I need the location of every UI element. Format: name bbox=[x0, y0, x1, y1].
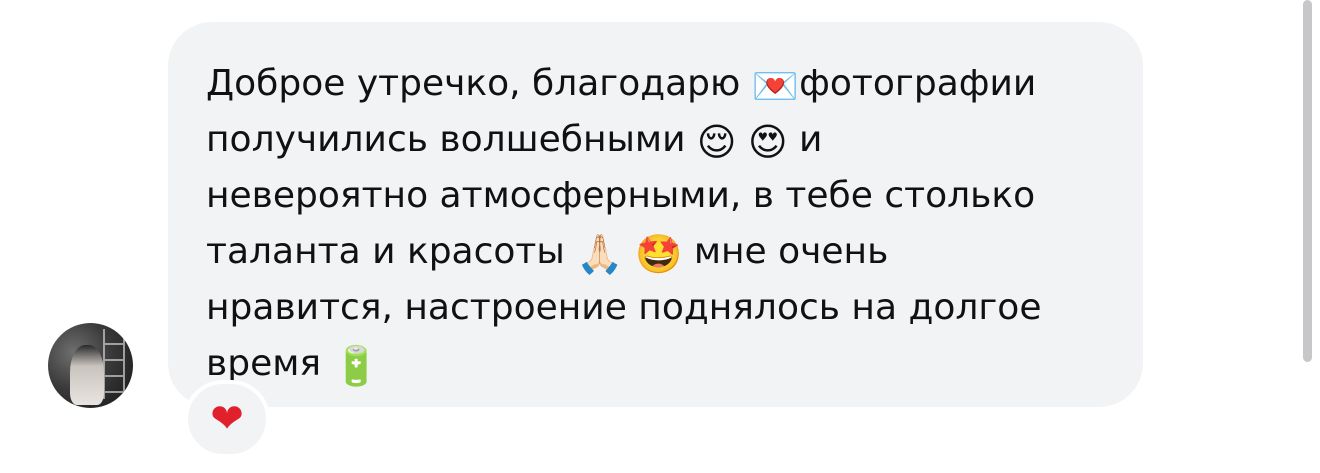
message-text: таланта и красоты bbox=[206, 231, 577, 272]
battery-emoji-icon: 🔋 bbox=[332, 344, 380, 388]
message-text: получились волшебными bbox=[206, 119, 697, 160]
scrollbar[interactable] bbox=[1303, 0, 1312, 362]
message-text bbox=[624, 231, 635, 272]
love-letter-emoji-icon: 💌 bbox=[751, 64, 800, 108]
chat-area: Доброе утречко, благодарю 💌фотографии по… bbox=[0, 0, 1320, 473]
message-text: нравится, настроение поднялось на долгое bbox=[206, 287, 1042, 328]
message-text: Доброе утречко, благодарю bbox=[206, 63, 752, 104]
avatar-window-detail bbox=[103, 329, 125, 399]
message-line: Доброе утречко, благодарю 💌фотографии bbox=[206, 56, 1113, 112]
message-text: невероятно атмосферными, в тебе столько bbox=[206, 175, 1036, 216]
relieved-face-emoji-icon: 😌 bbox=[696, 120, 737, 164]
folded-hands-emoji-icon: 🙏🏻 bbox=[576, 232, 624, 276]
message-line: нравится, настроение поднялось на долгое bbox=[206, 280, 1113, 336]
avatar[interactable] bbox=[48, 323, 133, 408]
message-text: и bbox=[787, 119, 823, 160]
avatar-figure bbox=[70, 345, 104, 405]
message-line: получились волшебными 😌 😍 и bbox=[206, 112, 1113, 168]
message-line: время 🔋 bbox=[206, 336, 1113, 392]
message-text bbox=[737, 119, 748, 160]
reaction-badge[interactable]: ❤ bbox=[184, 380, 270, 458]
heart-eyes-emoji-icon: 😍 bbox=[747, 120, 788, 164]
message-line: невероятно атмосферными, в тебе столько bbox=[206, 168, 1113, 224]
message-line: таланта и красоты 🙏🏻 🤩 мне очень bbox=[206, 224, 1113, 280]
message-text: мне очень bbox=[682, 231, 889, 272]
star-struck-emoji-icon: 🤩 bbox=[635, 232, 683, 276]
heart-reaction-icon: ❤ bbox=[210, 396, 244, 442]
message-text: фотографии bbox=[799, 63, 1037, 104]
message-text: время bbox=[206, 343, 333, 384]
message-bubble[interactable]: Доброе утречко, благодарю 💌фотографии по… bbox=[168, 22, 1143, 407]
